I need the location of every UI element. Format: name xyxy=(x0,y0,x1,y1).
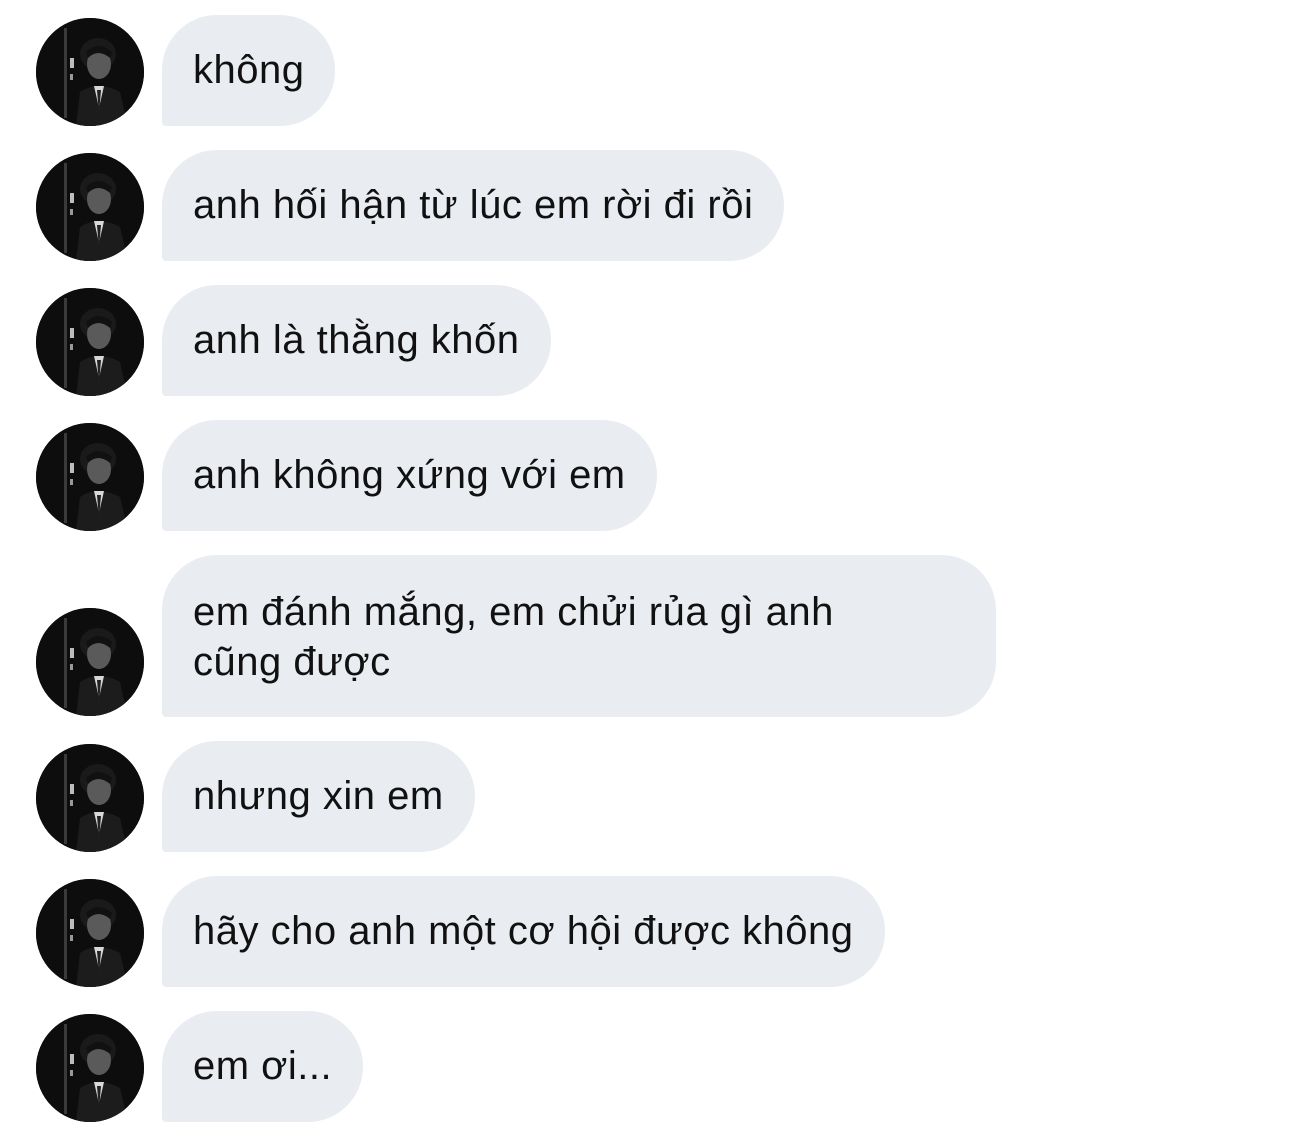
contact-avatar[interactable] xyxy=(36,153,144,261)
avatar-photo-icon xyxy=(36,423,144,531)
message-bubble[interactable]: nhưng xin em xyxy=(162,741,475,852)
message-bubble[interactable]: anh hối hận từ lúc em rời đi rồi xyxy=(162,150,785,261)
message-thread: không anh hối hận từ lúc em rời đi rồi a… xyxy=(0,0,1290,1133)
contact-avatar[interactable] xyxy=(36,1014,144,1122)
avatar-photo-icon xyxy=(36,288,144,396)
avatar-photo-icon xyxy=(36,1014,144,1122)
contact-avatar[interactable] xyxy=(36,18,144,126)
contact-avatar[interactable] xyxy=(36,288,144,396)
message-bubble[interactable]: em đánh mắng, em chửi rủa gì anh cũng đư… xyxy=(162,555,996,717)
avatar-photo-icon xyxy=(36,744,144,852)
message-bubble[interactable]: anh là thằng khốn xyxy=(162,285,551,396)
contact-avatar[interactable] xyxy=(36,608,144,716)
avatar-photo-icon xyxy=(36,18,144,126)
avatar-photo-icon xyxy=(36,879,144,987)
message-bubble[interactable]: không xyxy=(162,15,336,126)
message-line: em đánh mắng, em chửi rủa gì anh xyxy=(193,590,834,634)
message-bubble[interactable]: hãy cho anh một cơ hội được không xyxy=(162,876,885,987)
message-bubble[interactable]: em ơi... xyxy=(162,1011,364,1122)
contact-avatar[interactable] xyxy=(36,423,144,531)
message-bubble[interactable]: anh không xứng với em xyxy=(162,420,657,531)
avatar-photo-icon xyxy=(36,153,144,261)
avatar-photo-icon xyxy=(36,608,144,716)
contact-avatar[interactable] xyxy=(36,744,144,852)
contact-avatar[interactable] xyxy=(36,879,144,987)
message-line: cũng được xyxy=(193,640,391,684)
